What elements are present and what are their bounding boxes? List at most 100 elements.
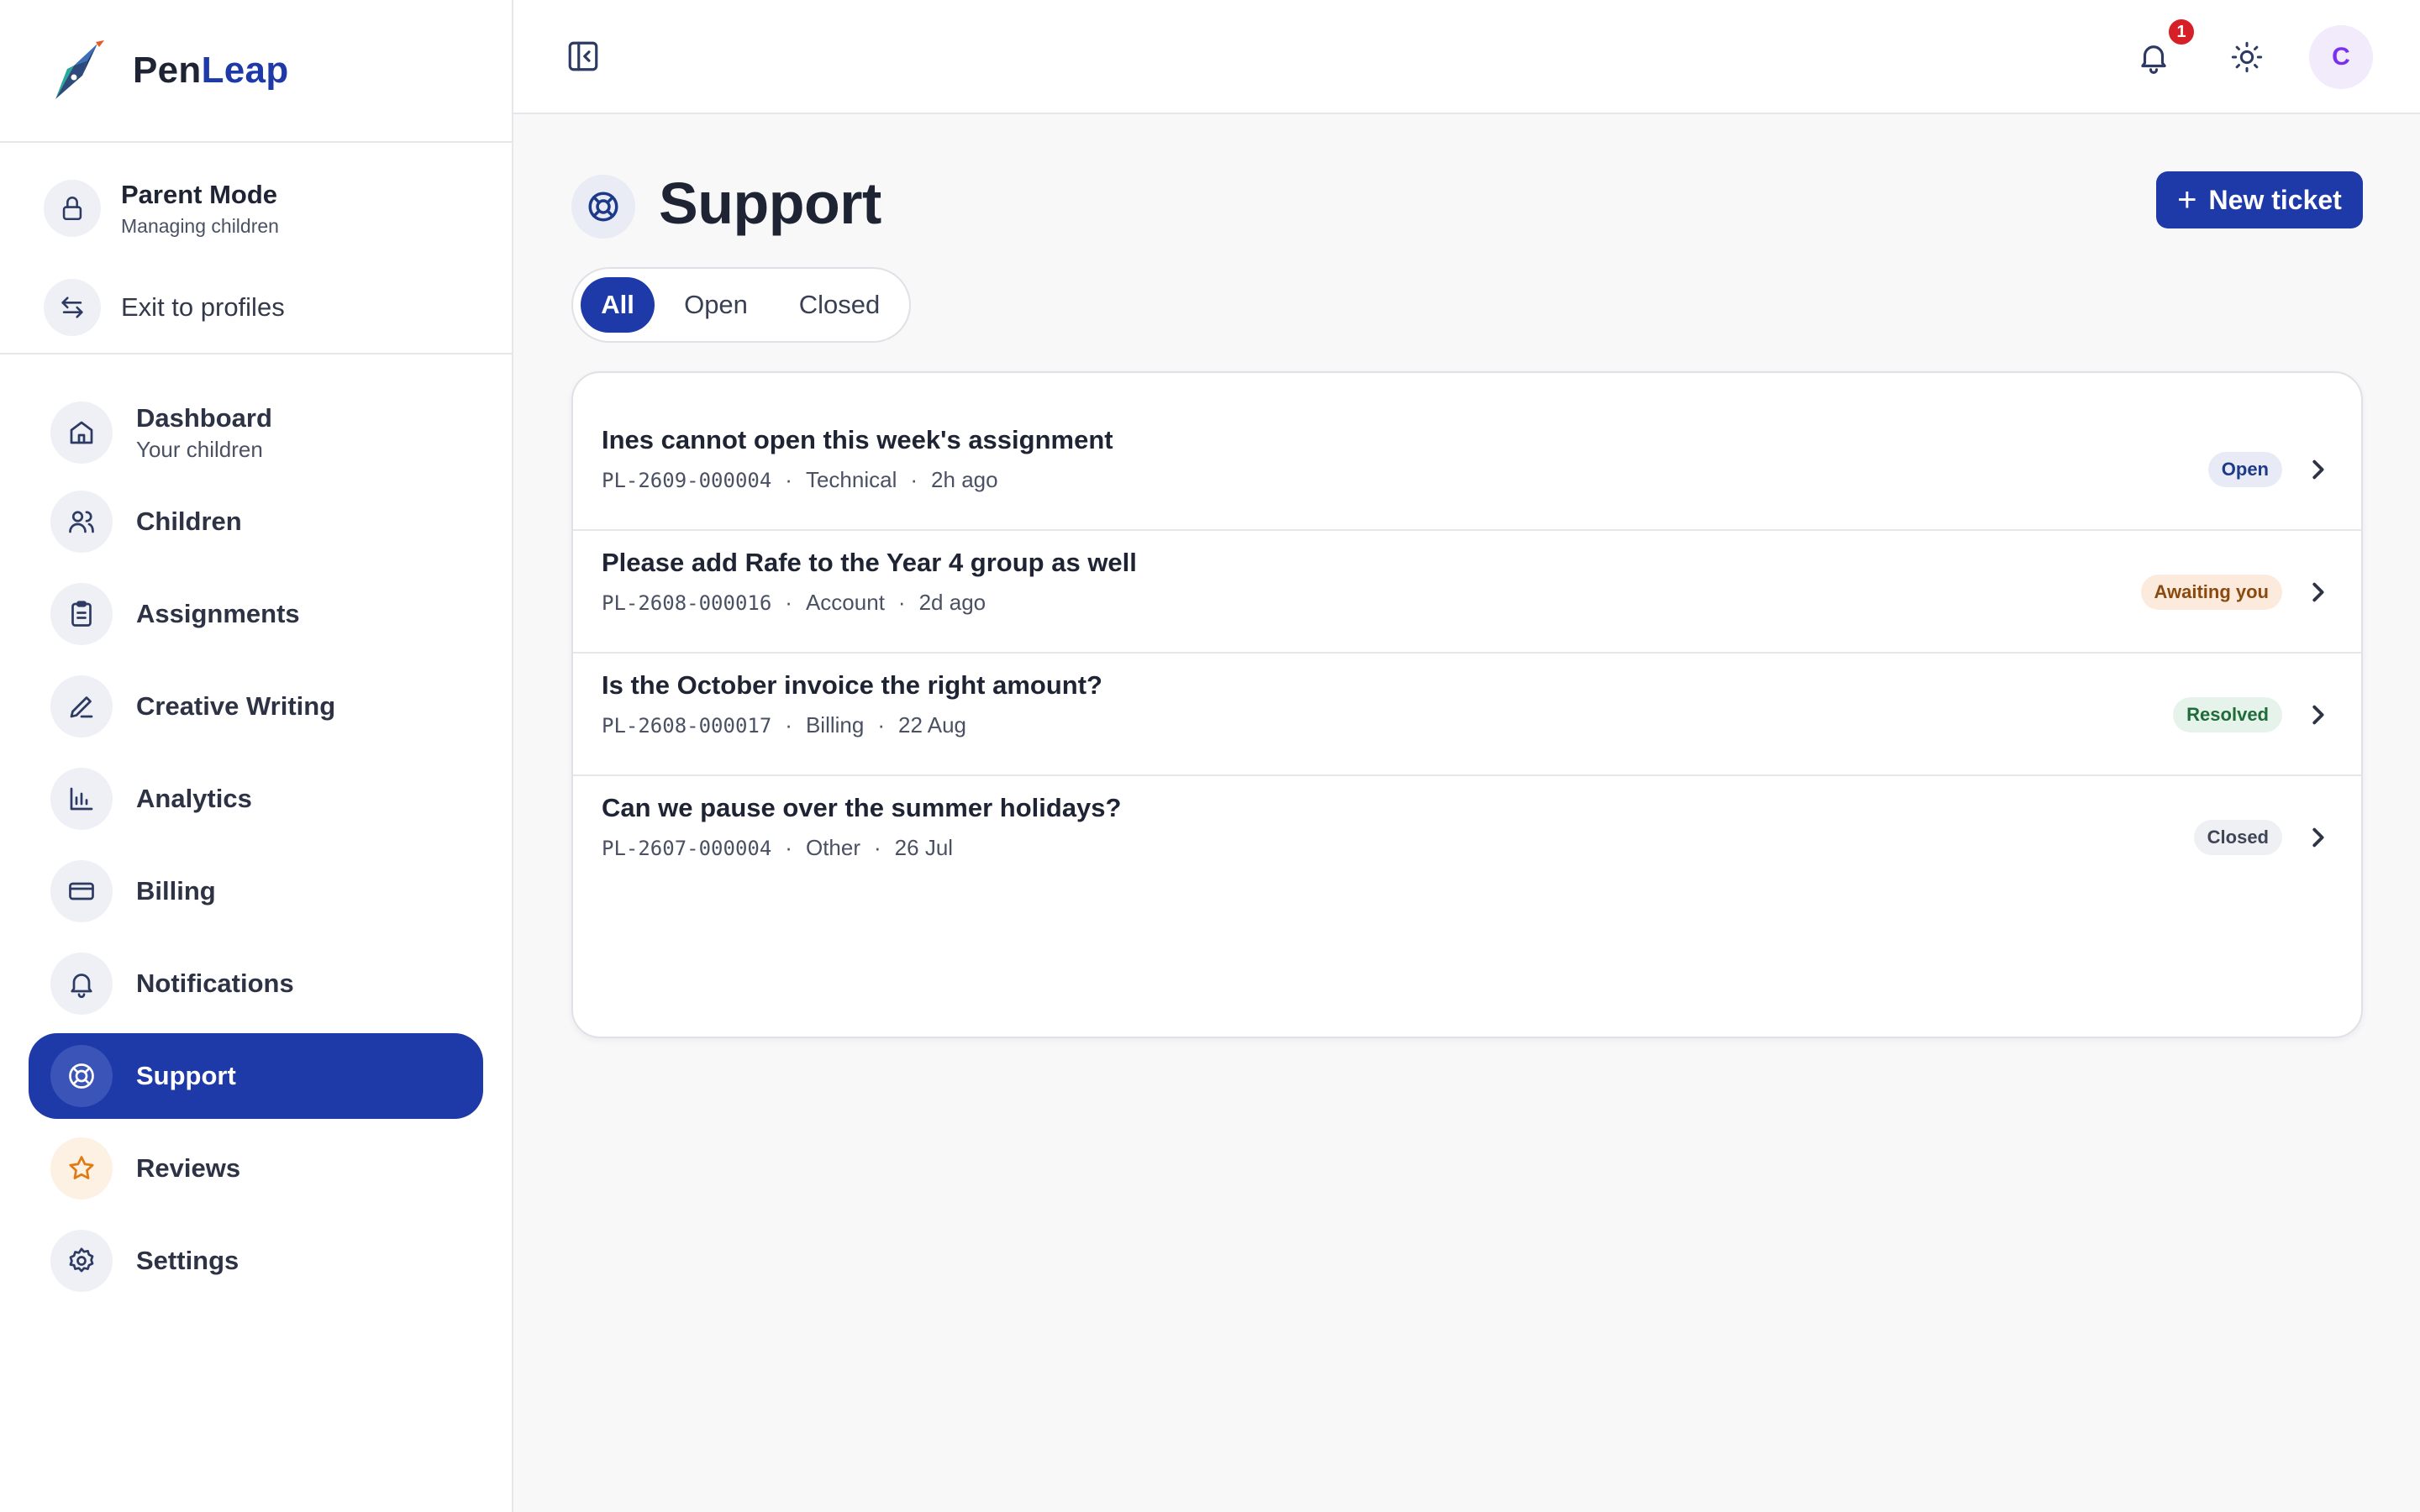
topbar: 1 C (513, 0, 2420, 114)
brand-name-part2: Leap (201, 50, 289, 91)
pen-nib-logo-icon (55, 40, 104, 99)
home-icon (50, 402, 113, 464)
star-icon (50, 1137, 113, 1200)
gear-icon (50, 1230, 113, 1292)
sidebar-item-assignments[interactable]: Assignments (29, 571, 483, 657)
ticket-time: 2h ago (931, 467, 998, 492)
meta-separator: · (785, 590, 792, 615)
meta-separator: · (910, 467, 918, 492)
ticket-id: PL-2608-000017 (602, 713, 772, 738)
status-badge: Open (2207, 452, 2282, 487)
bar-chart-icon (50, 768, 113, 830)
lifebuoy-icon (50, 1045, 113, 1107)
theme-toggle-button[interactable] (2230, 40, 2264, 74)
sidebar-item-notifications[interactable]: Notifications (29, 941, 483, 1026)
sidebar-item-label: Reviews (136, 1153, 241, 1183)
sidebar-item-label: Settings (136, 1246, 239, 1275)
sidebar-item-reviews[interactable]: Reviews (29, 1126, 483, 1211)
sidebar-item-label: Dashboard (136, 402, 272, 433)
plus-icon: + (2177, 181, 2197, 218)
meta-separator: · (874, 835, 881, 860)
chevron-right-icon (2312, 705, 2324, 725)
new-ticket-button[interactable]: + New ticket (2156, 171, 2363, 228)
swap-arrows-icon (44, 279, 101, 336)
sidebar-nav: Dashboard Your children Children Assignm… (0, 354, 512, 1304)
clipboard-icon (50, 583, 113, 645)
bell-icon (50, 953, 113, 1015)
sidebar-item-billing[interactable]: Billing (29, 848, 483, 934)
meta-separator: · (785, 712, 792, 738)
avatar[interactable]: C (2309, 25, 2373, 89)
mode-section: Parent Mode Managing children Exit to pr… (0, 143, 512, 354)
sidebar-item-label: Billing (136, 876, 216, 906)
main-content: Support + New ticket All Open Closed Ine… (571, 114, 2363, 1038)
ticket-id: PL-2609-000004 (602, 468, 772, 492)
ticket-category: Technical (805, 467, 897, 492)
sidebar-item-label: Notifications (136, 969, 294, 998)
ticket-time: 2d ago (918, 590, 986, 615)
sidebar: PenLeap Parent Mode Managing children Ex… (0, 0, 513, 1512)
pencil-icon (50, 675, 113, 738)
sidebar-item-support[interactable]: Support (29, 1033, 483, 1119)
exit-to-profiles-label: Exit to profiles (121, 292, 285, 322)
ticket-time: 26 Jul (894, 835, 954, 860)
ticket-category: Other (805, 835, 860, 860)
sidebar-item-creative-writing[interactable]: Creative Writing (29, 664, 483, 749)
lifebuoy-icon (571, 175, 635, 239)
chevron-right-icon (2312, 827, 2324, 848)
ticket-meta: PL-2608-000016 · Account · 2d ago (602, 590, 986, 616)
sidebar-item-label: Creative Writing (136, 691, 336, 721)
sidebar-item-analytics[interactable]: Analytics (29, 756, 483, 842)
ticket-meta: PL-2609-000004 · Technical · 2h ago (602, 467, 998, 493)
tab-open[interactable]: Open (655, 277, 777, 333)
sidebar-item-dashboard[interactable]: Dashboard Your children (29, 386, 483, 479)
ticket-meta: PL-2608-000017 · Billing · 22 Aug (602, 712, 966, 738)
chevron-right-icon (2312, 459, 2324, 480)
meta-separator: · (897, 590, 906, 615)
ticket-id: PL-2608-000016 (602, 591, 772, 615)
sidebar-item-sublabel: Your children (136, 436, 263, 462)
status-filter-tabs: All Open Closed (571, 267, 911, 343)
brand-name: PenLeap (133, 50, 289, 92)
sidebar-item-label: Children (136, 507, 242, 536)
notifications-button[interactable] (2136, 39, 2171, 76)
ticket-row[interactable]: Ines cannot open this week's assignment … (573, 408, 2361, 531)
credit-card-icon (50, 860, 113, 922)
sidebar-item-children[interactable]: Children (29, 479, 483, 564)
tab-all[interactable]: All (581, 277, 655, 333)
meta-separator: · (785, 835, 792, 860)
lock-icon (44, 180, 101, 237)
sidebar-item-label: Assignments (136, 599, 300, 628)
tab-closed[interactable]: Closed (777, 277, 902, 333)
sidebar-item-label: Analytics (136, 784, 252, 813)
status-badge: Closed (2193, 820, 2282, 855)
ticket-title: Please add Rafe to the Year 4 group as w… (602, 548, 1137, 577)
ticket-category: Billing (805, 712, 865, 738)
ticket-row[interactable]: Can we pause over the summer holidays? P… (573, 776, 2361, 899)
ticket-meta: PL-2607-000004 · Other · 26 Jul (602, 835, 953, 861)
ticket-time: 22 Aug (898, 712, 966, 738)
exit-to-profiles-button[interactable]: Exit to profiles (44, 274, 512, 341)
parent-mode-title: Parent Mode (121, 179, 278, 209)
ticket-row[interactable]: Please add Rafe to the Year 4 group as w… (573, 531, 2361, 654)
sidebar-item-settings[interactable]: Settings (29, 1218, 483, 1304)
ticket-title: Can we pause over the summer holidays? (602, 793, 1122, 822)
sun-icon (2231, 41, 2263, 73)
brand[interactable]: PenLeap (0, 0, 512, 143)
sidebar-item-label: Support (136, 1061, 236, 1090)
page-title: Support (659, 171, 881, 236)
meta-separator: · (877, 712, 886, 738)
parent-mode: Parent Mode Managing children (44, 175, 512, 242)
users-icon (50, 491, 113, 553)
status-badge: Awaiting you (2140, 575, 2282, 610)
bell-icon (2141, 45, 2166, 74)
ticket-title: Is the October invoice the right amount? (602, 670, 1102, 700)
sidebar-collapse-button[interactable] (566, 39, 601, 74)
page-header: Support + New ticket (571, 114, 2363, 257)
new-ticket-label: New ticket (2208, 184, 2342, 215)
ticket-category: Account (805, 590, 885, 615)
chevron-right-icon (2312, 582, 2324, 602)
ticket-row[interactable]: Is the October invoice the right amount?… (573, 654, 2361, 776)
ticket-list: Ines cannot open this week's assignment … (571, 371, 2363, 1038)
sidebar-collapse-icon (568, 41, 598, 71)
